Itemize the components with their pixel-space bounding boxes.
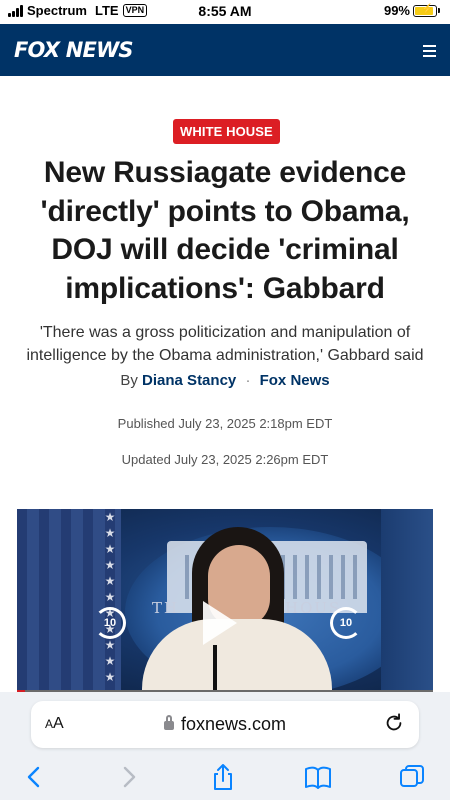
fox-news-logo[interactable]: FOX NEWS	[14, 38, 134, 62]
battery-nub	[438, 8, 440, 13]
back-icon[interactable]	[20, 762, 50, 792]
author-link[interactable]: Diana Stancy	[142, 372, 236, 389]
url-display[interactable]: foxnews.com	[31, 714, 419, 735]
charging-bolt-icon: ⚡	[421, 3, 434, 15]
skip-back-icon[interactable]: 10	[94, 607, 126, 639]
flag-stars: ★ ★ ★ ★ ★ ★ ★ ★ ★ ★ ★	[104, 510, 116, 684]
fox-news-logo-text: FOX NEWS	[14, 38, 134, 62]
published-date: Published July 23, 2025 2:18pm EDT	[117, 416, 333, 431]
browser-toolbar	[0, 758, 450, 798]
share-icon[interactable]	[208, 762, 238, 792]
byline-prefix: By	[120, 372, 138, 389]
browser-bottom-bar: AA foxnews.com	[0, 692, 450, 800]
play-icon[interactable]	[203, 601, 237, 645]
bookmarks-icon[interactable]	[303, 762, 333, 792]
status-right: 99% ⚡	[384, 3, 440, 18]
microphone	[213, 645, 217, 695]
updated-date: Updated July 23, 2025 2:26pm EDT	[121, 452, 329, 467]
url-text: foxnews.com	[180, 714, 287, 734]
reload-icon[interactable]	[383, 712, 405, 734]
category-badge[interactable]: WHITE HOUSE	[173, 119, 280, 144]
hamburger-menu-icon[interactable]	[423, 45, 436, 57]
forward-icon[interactable]	[113, 762, 143, 792]
skip-forward-icon[interactable]: 10	[330, 607, 362, 639]
byline-separator: ·	[245, 372, 251, 389]
address-bar[interactable]: AA foxnews.com	[31, 701, 419, 748]
backdrop-panel	[381, 509, 433, 695]
backdrop-text-left: TH	[152, 599, 180, 617]
site-header: FOX NEWS	[0, 22, 450, 76]
battery-percent: 99%	[383, 3, 410, 18]
tabs-icon[interactable]	[397, 762, 427, 792]
byline: By Diana Stancy · Fox News	[0, 372, 450, 389]
source-link[interactable]: Fox News	[260, 372, 330, 389]
battery-icon: ⚡	[413, 3, 437, 17]
status-bar: Spectrum LTE VPN 8:55 AM 99% ⚡	[0, 0, 450, 22]
status-time: 8:55 AM	[198, 3, 252, 19]
lock-icon	[163, 715, 174, 730]
article-headline: New Russiagate evidence 'directly' point…	[40, 156, 410, 305]
article-subhead: 'There was a gross politicization and ma…	[26, 324, 424, 364]
video-player[interactable]: ★ ★ ★ ★ ★ ★ ★ ★ ★ ★ ★ TH HOUS 10 10	[17, 509, 433, 695]
